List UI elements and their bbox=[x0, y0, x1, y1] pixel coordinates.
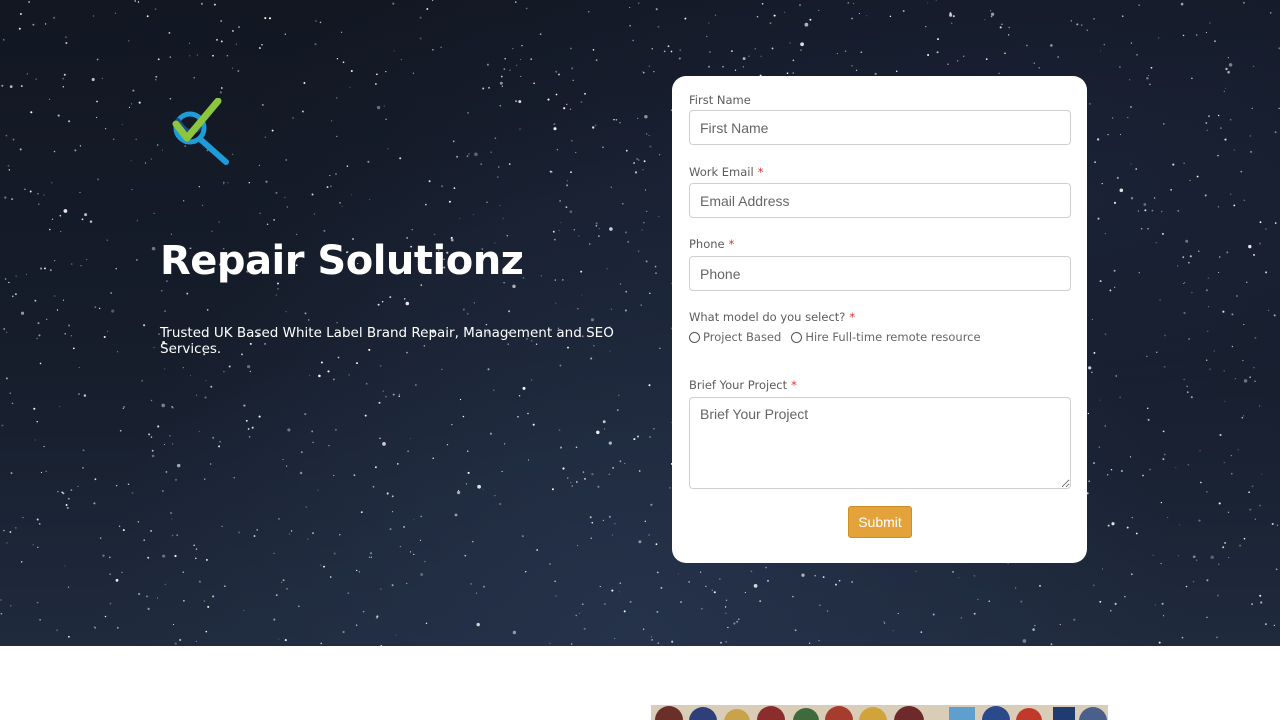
first-name-input[interactable] bbox=[689, 110, 1071, 145]
radio-button-icon[interactable] bbox=[791, 331, 803, 343]
work-email-input[interactable] bbox=[689, 183, 1071, 218]
patches-collage-image bbox=[651, 705, 1108, 720]
submit-button[interactable]: Submit bbox=[848, 506, 912, 538]
brand-tagline: Trusted UK Based White Label Brand Repai… bbox=[160, 325, 614, 357]
radio-button-icon[interactable] bbox=[689, 331, 700, 343]
first-name-label: First Name bbox=[689, 93, 751, 107]
work-email-label-text: Work Email bbox=[689, 165, 754, 179]
required-asterisk: * bbox=[849, 310, 856, 324]
phone-label: Phone * bbox=[689, 237, 734, 251]
brief-label-text: Brief Your Project bbox=[689, 378, 788, 392]
radio-hire-fulltime[interactable]: Hire Full-time remote resource bbox=[791, 330, 981, 344]
brief-label: Brief Your Project * bbox=[689, 378, 797, 392]
model-radio-group: Project Based Hire Full-time remote reso… bbox=[689, 330, 981, 344]
phone-input[interactable] bbox=[689, 256, 1071, 291]
required-asterisk: * bbox=[757, 165, 764, 179]
starfield-background bbox=[0, 0, 1280, 646]
work-email-label: Work Email * bbox=[689, 165, 763, 179]
radio-project-based-label: Project Based bbox=[703, 330, 782, 344]
hero-section: Repair Solutionz Trusted UK Based White … bbox=[0, 0, 1280, 646]
model-label: What model do you select? * bbox=[689, 310, 855, 324]
brief-textarea[interactable] bbox=[689, 397, 1071, 489]
brand-title: Repair Solutionz bbox=[160, 238, 524, 284]
brand-logo-icon bbox=[172, 98, 229, 165]
required-asterisk: * bbox=[728, 237, 735, 251]
model-label-text: What model do you select? bbox=[689, 310, 846, 324]
radio-hire-fulltime-label: Hire Full-time remote resource bbox=[805, 330, 981, 344]
phone-label-text: Phone bbox=[689, 237, 725, 251]
first-name-label-text: First Name bbox=[689, 93, 751, 107]
required-asterisk: * bbox=[791, 378, 797, 392]
radio-project-based[interactable]: Project Based bbox=[689, 330, 781, 344]
contact-form: First Name Work Email* Phone* What model… bbox=[672, 76, 1087, 563]
